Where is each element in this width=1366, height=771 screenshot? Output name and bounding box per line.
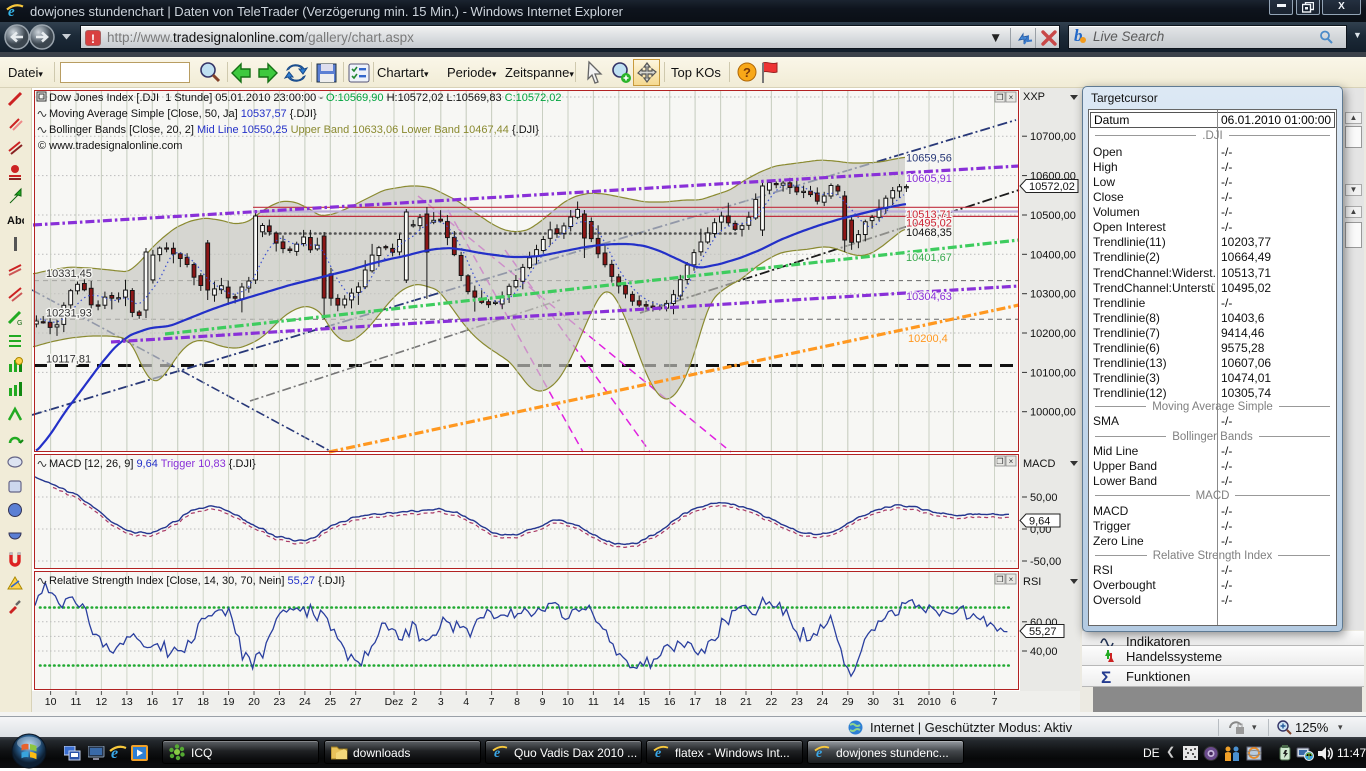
svg-text:30: 30 bbox=[867, 696, 879, 708]
svg-text:G: G bbox=[17, 320, 22, 326]
svg-text:10468,35: 10468,35 bbox=[906, 227, 952, 239]
svg-text:10117,81: 10117,81 bbox=[46, 354, 91, 366]
svg-text:10231,93: 10231,93 bbox=[46, 308, 92, 320]
svg-text:25: 25 bbox=[324, 696, 336, 708]
svg-text:10200,4: 10200,4 bbox=[908, 333, 948, 345]
svg-text:Relative Strength Index [Close: Relative Strength Index [Close, 14, 30, … bbox=[49, 575, 345, 587]
svg-text:8: 8 bbox=[514, 696, 520, 708]
svg-text:17: 17 bbox=[689, 696, 701, 708]
svg-text:12: 12 bbox=[96, 696, 108, 708]
svg-text:4: 4 bbox=[463, 696, 469, 708]
svg-text:17: 17 bbox=[172, 696, 184, 708]
svg-text:40,00: 40,00 bbox=[1030, 646, 1058, 658]
svg-text:27: 27 bbox=[350, 696, 362, 708]
svg-text:Dez: Dez bbox=[385, 696, 404, 708]
svg-text:❐: ❐ bbox=[996, 93, 1003, 102]
svg-text:10000,00: 10000,00 bbox=[1030, 407, 1076, 419]
svg-text:6: 6 bbox=[950, 696, 956, 708]
svg-text:23: 23 bbox=[791, 696, 803, 708]
svg-text:11: 11 bbox=[588, 696, 599, 708]
svg-text:7: 7 bbox=[992, 696, 998, 708]
svg-text:MACD [12, 26, 9] 9,64 Trigger: MACD [12, 26, 9] 9,64 Trigger 10,83 {.DJ… bbox=[49, 458, 256, 470]
svg-text:16: 16 bbox=[146, 696, 158, 708]
svg-text:10605,91: 10605,91 bbox=[906, 173, 952, 185]
svg-text:9: 9 bbox=[540, 696, 546, 708]
svg-text:21: 21 bbox=[740, 696, 752, 708]
svg-text:10: 10 bbox=[45, 696, 57, 708]
svg-text:❐: ❐ bbox=[996, 575, 1003, 584]
svg-text:50,00: 50,00 bbox=[1030, 492, 1058, 504]
svg-text:20: 20 bbox=[248, 696, 260, 708]
svg-text:10100,00: 10100,00 bbox=[1030, 367, 1076, 379]
svg-text:16: 16 bbox=[664, 696, 676, 708]
svg-text:18: 18 bbox=[197, 696, 209, 708]
svg-text:Abc: Abc bbox=[7, 215, 24, 227]
svg-text:-50,00: -50,00 bbox=[1030, 556, 1061, 568]
svg-text:10300,00: 10300,00 bbox=[1030, 289, 1076, 301]
svg-text:© www.tradesignalonline.com: © www.tradesignalonline.com bbox=[38, 140, 182, 152]
svg-text:24: 24 bbox=[817, 696, 829, 708]
svg-text:XXP: XXP bbox=[1023, 91, 1045, 103]
svg-text:×: × bbox=[1009, 575, 1014, 584]
svg-text:2010: 2010 bbox=[917, 696, 941, 708]
svg-text:10401,67: 10401,67 bbox=[906, 252, 952, 264]
svg-text:10331,45: 10331,45 bbox=[46, 268, 92, 280]
svg-text:14: 14 bbox=[613, 696, 625, 708]
svg-text:24: 24 bbox=[299, 696, 311, 708]
svg-text:55,27: 55,27 bbox=[1029, 626, 1057, 638]
svg-text:7: 7 bbox=[489, 696, 495, 708]
svg-text:RSI: RSI bbox=[1023, 576, 1041, 588]
svg-text:3: 3 bbox=[438, 696, 444, 708]
svg-text:10500,00: 10500,00 bbox=[1030, 210, 1076, 222]
svg-text:10: 10 bbox=[562, 696, 574, 708]
svg-text:19: 19 bbox=[223, 696, 235, 708]
svg-text:Moving Average Simple [Close,: Moving Average Simple [Close, 50, Ja] 10… bbox=[49, 108, 317, 120]
svg-text:10400,00: 10400,00 bbox=[1030, 249, 1076, 261]
svg-text:❐: ❐ bbox=[996, 457, 1003, 466]
svg-text:15: 15 bbox=[638, 696, 650, 708]
svg-text:×: × bbox=[1009, 457, 1014, 466]
svg-text:×: × bbox=[1009, 93, 1014, 102]
svg-text:Dow Jones Index [.DJI 1 Stund: Dow Jones Index [.DJI 1 Stunde] 05.01.20… bbox=[49, 92, 562, 104]
svg-text:11: 11 bbox=[71, 696, 82, 708]
svg-text:13: 13 bbox=[121, 696, 133, 708]
svg-text:Σ: Σ bbox=[1101, 668, 1111, 684]
svg-text:22: 22 bbox=[766, 696, 778, 708]
svg-text:2: 2 bbox=[411, 696, 417, 708]
svg-text:31: 31 bbox=[893, 696, 905, 708]
svg-text:?: ? bbox=[743, 65, 751, 80]
svg-text:18: 18 bbox=[715, 696, 727, 708]
svg-text:10200,00: 10200,00 bbox=[1030, 328, 1076, 340]
svg-text:10659,56: 10659,56 bbox=[906, 153, 952, 165]
svg-text:10304,63: 10304,63 bbox=[906, 291, 952, 303]
svg-text:MACD: MACD bbox=[1023, 458, 1055, 470]
svg-text:9,64: 9,64 bbox=[1029, 516, 1050, 528]
svg-text:29: 29 bbox=[842, 696, 854, 708]
svg-text:10700,00: 10700,00 bbox=[1030, 131, 1076, 143]
svg-text:23: 23 bbox=[274, 696, 286, 708]
svg-text:Bollinger Bands [Close, 20, 2]: Bollinger Bands [Close, 20, 2] Mid Line … bbox=[49, 124, 539, 136]
svg-text:10572,02: 10572,02 bbox=[1029, 181, 1075, 193]
